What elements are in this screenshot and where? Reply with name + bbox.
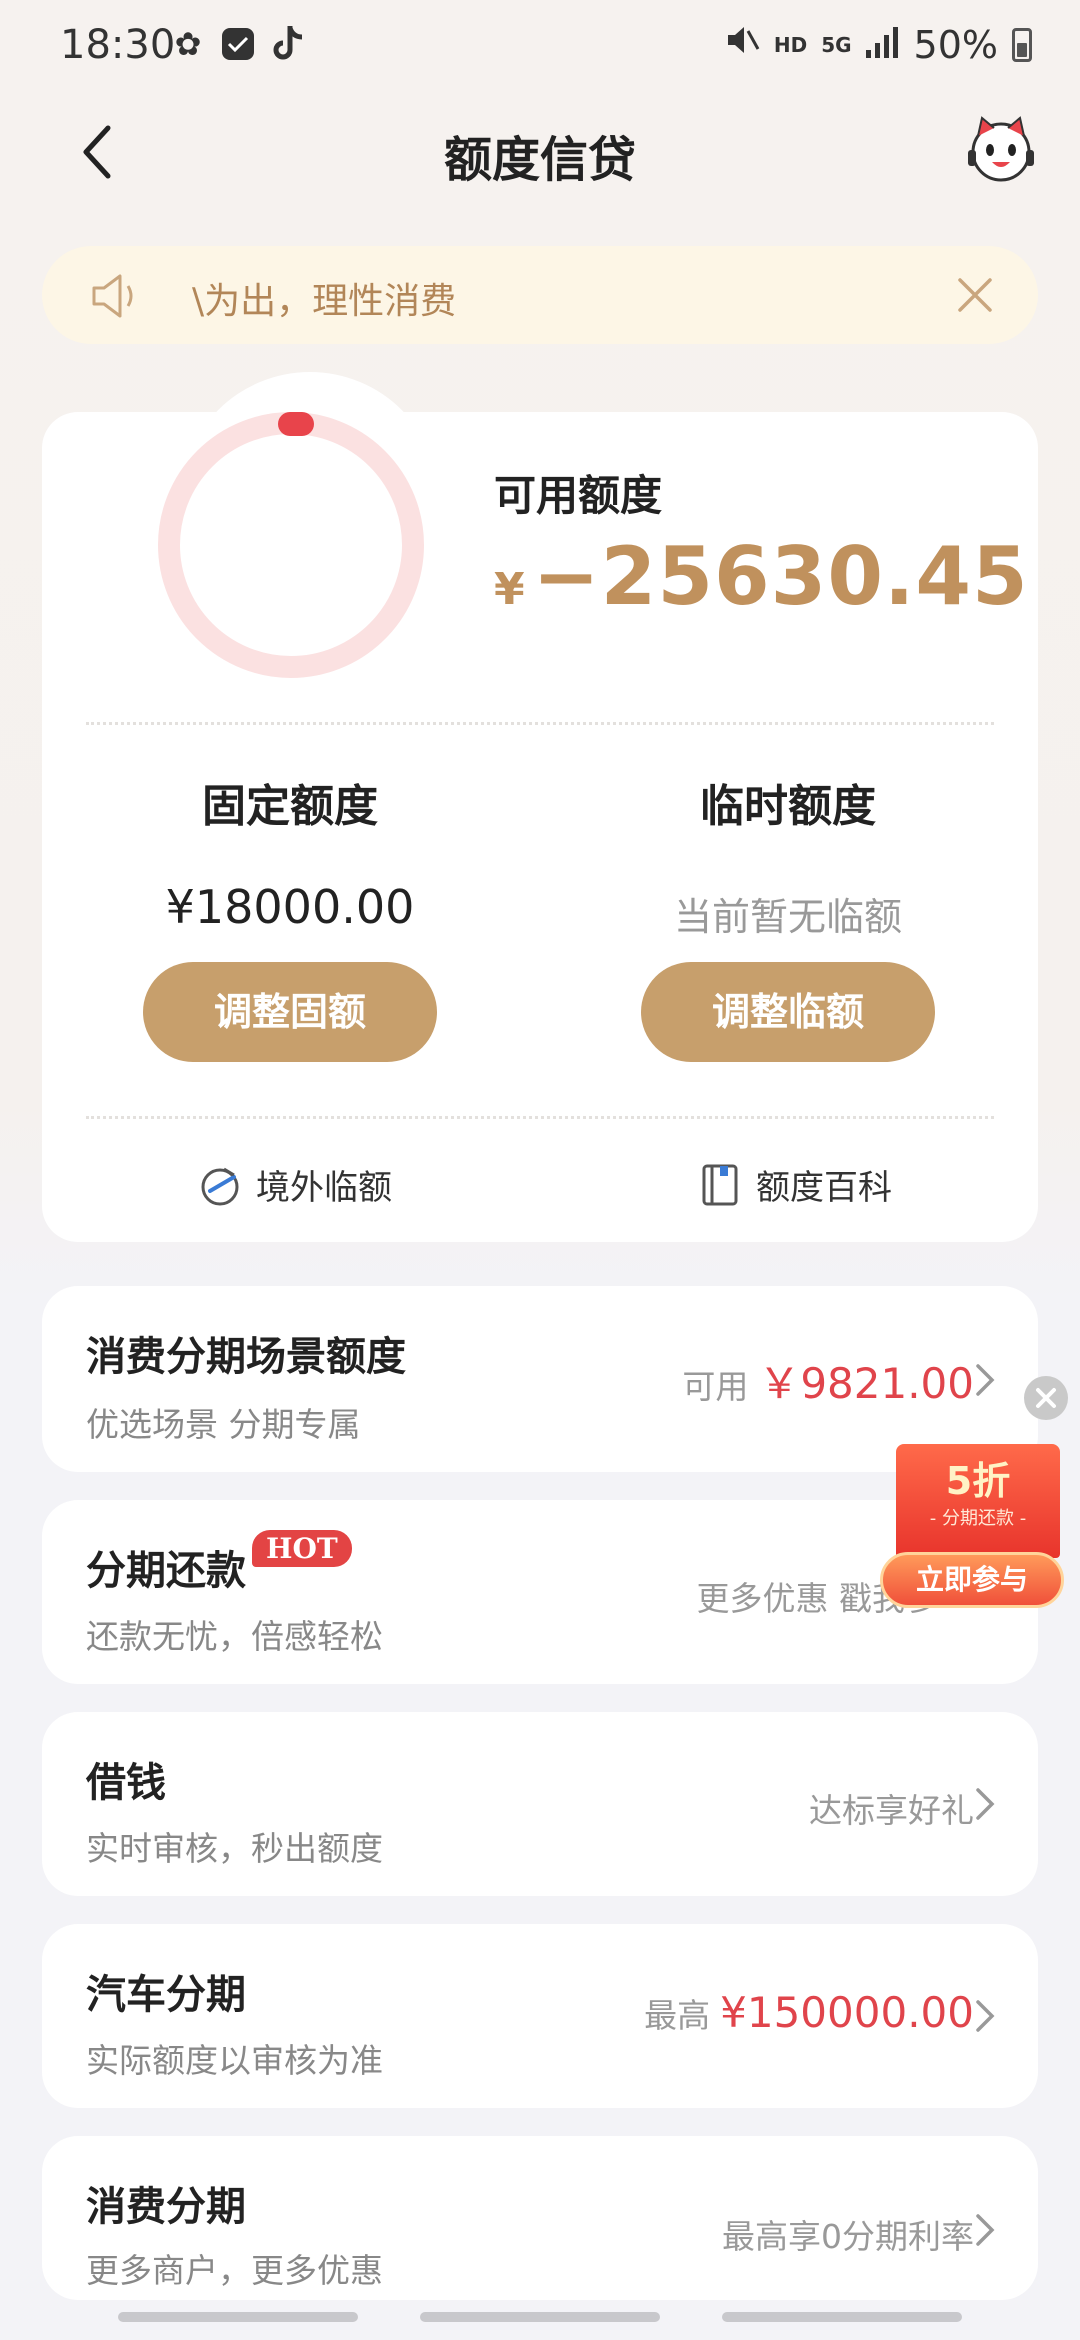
list-item-subtitle: 还款无忧，倍感轻松 xyxy=(86,1617,383,1656)
list-item-title: 汽车分期 xyxy=(86,1972,246,2018)
close-promo-button[interactable] xyxy=(1024,1376,1068,1420)
promo-floating-widget[interactable]: 5折 - 分期还款 - 立即参与 xyxy=(880,1440,1080,1610)
list-item-right-text: 达标享好礼 xyxy=(809,1791,974,1830)
chevron-right-icon xyxy=(976,2000,995,2032)
battery-percent: 50% xyxy=(913,22,998,67)
adjust-temp-credit-button[interactable]: 调整临额 xyxy=(641,962,935,1062)
list-item-right-prefix: 最高 xyxy=(644,1996,711,2035)
credit-wiki-link[interactable]: 额度百科 xyxy=(698,1160,892,1209)
temp-credit-section: 临时额度 当前暂无临额 xyxy=(578,770,998,941)
available-credit-label: 可用额度 xyxy=(494,471,663,520)
list-item-right-prefix: 可用 xyxy=(682,1367,749,1406)
nav-bar: 额度信贷 xyxy=(0,110,1080,200)
book-icon xyxy=(702,1164,738,1205)
page-title: 额度信贷 xyxy=(443,132,636,188)
promo-flag: 5折 - 分期还款 - xyxy=(896,1444,1060,1558)
tiktok-icon xyxy=(268,24,308,64)
list-item-right-value: ¥150000.00 xyxy=(720,1988,974,2037)
overseas-credit-label: 境外临额 xyxy=(256,1168,392,1208)
battery-icon xyxy=(1012,27,1032,62)
fixed-credit-value: ¥18000.00 xyxy=(165,880,415,934)
divider xyxy=(86,722,994,725)
mascot-avatar-icon[interactable] xyxy=(962,110,1040,188)
fixed-credit-title: 固定额度 xyxy=(202,781,378,832)
gesture-bar xyxy=(118,2312,358,2322)
list-item-right-text: 最高享0分期利率 xyxy=(722,2217,974,2256)
hot-badge: HOT xyxy=(252,1530,352,1567)
network-indicator: 5G xyxy=(821,32,852,57)
overseas-credit-link[interactable]: 境外临额 xyxy=(198,1160,392,1209)
flower-icon: ✿ xyxy=(174,25,202,63)
promo-join-button[interactable]: 立即参与 xyxy=(880,1552,1064,1608)
credit-usage-ring xyxy=(156,410,426,680)
list-item-subtitle: 更多商户，更多优惠 xyxy=(86,2251,383,2290)
app-check-icon xyxy=(218,24,258,64)
list-item-subtitle: 实时审核，秒出额度 xyxy=(86,1829,383,1868)
list-item-consumer-installment[interactable]: 消费分期 更多商户，更多优惠 最高享0分期利率 xyxy=(42,2136,1038,2300)
hd-indicator: HD xyxy=(773,32,808,57)
temp-credit-title: 临时额度 xyxy=(700,781,876,832)
promo-discount: 5折 xyxy=(945,1459,1011,1503)
available-credit-value: −25630.45 xyxy=(532,530,1029,623)
signal-icon xyxy=(865,23,900,67)
close-icon xyxy=(1036,1388,1056,1408)
mute-icon xyxy=(724,22,760,67)
chevron-right-icon xyxy=(976,2214,995,2246)
close-icon xyxy=(958,278,992,312)
status-time: 18:30 xyxy=(60,22,176,68)
list-item-title: 借钱 xyxy=(86,1760,166,1806)
credit-wiki-label: 额度百科 xyxy=(756,1168,892,1208)
divider xyxy=(86,1116,994,1119)
list-item-car-installment[interactable]: 汽车分期 实际额度以审核为准 最高 ¥150000.00 xyxy=(42,1924,1038,2108)
close-notice-button[interactable] xyxy=(950,270,1000,320)
status-bar: 18:30 ✿ HD 5G 50% xyxy=(0,0,1080,95)
notice-banner: \为出，理性消费 xyxy=(42,246,1038,344)
plane-globe-icon xyxy=(201,1167,239,1205)
promo-subtitle: - 分期还款 - xyxy=(929,1508,1027,1529)
chevron-right-icon xyxy=(976,1364,995,1396)
list-item-title: 分期还款 xyxy=(86,1548,246,1594)
gesture-bar xyxy=(420,2312,660,2322)
list-item-title: 消费分期场景额度 xyxy=(86,1334,406,1380)
list-item-subtitle: 优选场景 分期专属 xyxy=(86,1405,361,1444)
notice-text: \为出，理性消费 xyxy=(192,281,457,322)
list-item-title: 消费分期 xyxy=(86,2184,246,2230)
list-item-right-value: ￥9821.00 xyxy=(758,1359,974,1408)
chevron-right-icon xyxy=(976,1788,995,1820)
adjust-fixed-credit-button[interactable]: 调整固额 xyxy=(143,962,437,1062)
gesture-bar xyxy=(722,2312,962,2322)
currency-symbol: ¥ xyxy=(494,564,525,615)
list-item-borrow[interactable]: 借钱 实时审核，秒出额度 达标享好礼 xyxy=(42,1712,1038,1896)
available-credit-amount: ¥ −25630.45 xyxy=(494,530,1029,623)
temp-credit-value: 当前暂无临额 xyxy=(673,895,902,939)
speaker-icon xyxy=(90,272,142,320)
list-item-subtitle: 实际额度以审核为准 xyxy=(86,2041,383,2080)
fixed-credit-section: 固定额度 ¥18000.00 xyxy=(80,770,500,934)
